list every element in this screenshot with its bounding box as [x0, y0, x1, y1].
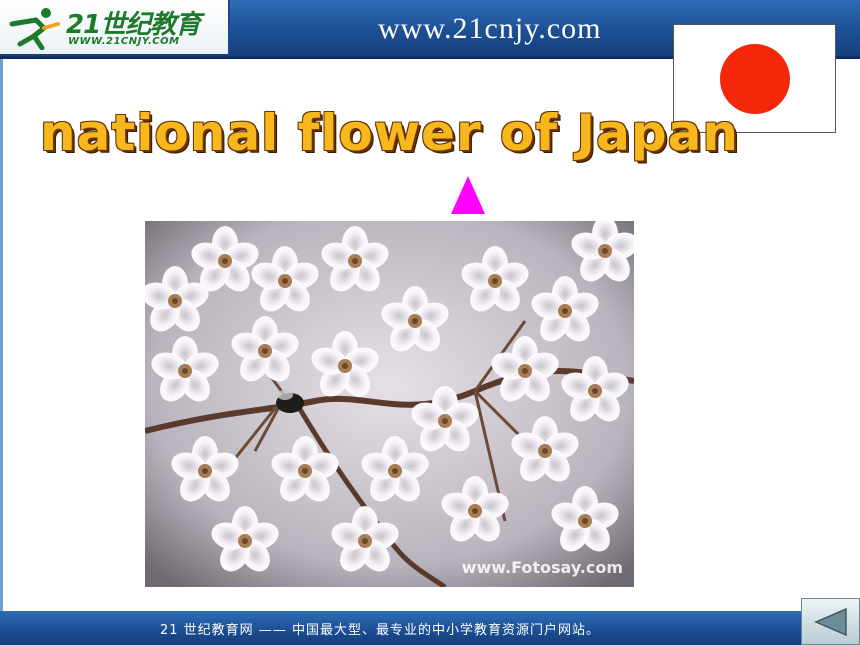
- footer-text: 21 世纪教育网 —— 中国最大型、最专业的中小学教育资源门户网站。: [160, 623, 600, 638]
- back-button[interactable]: [801, 598, 860, 645]
- photo-watermark: www.Fotosay.com: [462, 558, 623, 577]
- triangle-up-icon: [451, 176, 485, 214]
- cherry-blossom-image: www.Fotosay.com: [145, 221, 634, 587]
- runner-icon: [9, 8, 60, 50]
- footer-bar: 21 世纪教育网 —— 中国最大型、最专业的中小学教育资源门户网站。: [0, 611, 860, 645]
- slide-title: national flower of Japan: [40, 104, 739, 162]
- site-url[interactable]: www.21cnjy.com: [378, 12, 601, 46]
- site-logo[interactable]: 21世纪教育 WWW.21CNJY.COM: [0, 0, 230, 54]
- cherry-blossom-photo: www.Fotosay.com: [145, 221, 634, 587]
- logo-subtext: WWW.21CNJY.COM: [68, 36, 180, 47]
- back-arrow-icon: [814, 607, 847, 637]
- left-border: [0, 59, 3, 611]
